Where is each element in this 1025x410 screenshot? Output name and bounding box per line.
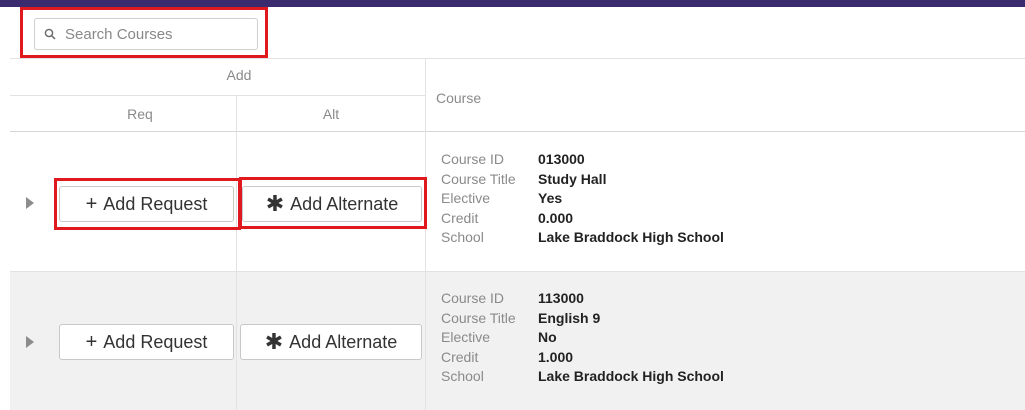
add-course-column-divider <box>425 58 426 410</box>
course-title-label: Course Title <box>441 309 516 326</box>
search-icon <box>44 28 56 40</box>
credit-value: 1.000 <box>538 348 574 365</box>
expand-triangle-icon[interactable] <box>26 336 34 348</box>
add-group-header: Add <box>226 67 252 83</box>
course-details: Course ID 113000 Course Title English 9 El… <box>441 289 724 387</box>
school-value: Lake Braddock High School <box>538 229 724 245</box>
course-title-value: English 9 <box>538 309 601 326</box>
req-column-header: Req <box>127 106 153 122</box>
add-request-button[interactable]: + Add Request <box>59 324 234 360</box>
course-id-label: Course ID <box>441 151 505 167</box>
add-alternate-button[interactable]: ✱ Add Alternate <box>240 324 422 360</box>
course-id-value: 113000 <box>538 290 584 306</box>
course-title-value: Study Hall <box>538 170 607 187</box>
elective-value: Yes <box>538 190 563 206</box>
add-alternate-label: Add Alternate <box>290 193 399 214</box>
asterisk-icon: ✱ <box>264 329 284 354</box>
add-request-label: Add Request <box>103 331 208 352</box>
school-label: School <box>441 229 484 245</box>
asterisk-icon: ✱ <box>265 191 285 216</box>
req-alt-column-divider <box>236 96 237 410</box>
plus-icon: + <box>85 331 98 353</box>
alt-column-header: Alt <box>322 106 340 122</box>
course-id-label: Course ID <box>441 290 505 306</box>
add-group-divider <box>10 95 426 96</box>
course-details: Course ID 013000 Course Title Study Hall E… <box>441 150 724 248</box>
search-highlight <box>20 7 268 58</box>
elective-label: Elective <box>441 329 491 345</box>
search-input[interactable] <box>65 21 250 47</box>
header-bottom-border <box>10 131 1025 132</box>
top-bar <box>0 0 1025 7</box>
table-top-border <box>10 58 1025 59</box>
search-box[interactable] <box>34 18 258 50</box>
credit-label: Credit <box>441 348 479 365</box>
add-request-button[interactable]: + Add Request <box>59 186 234 222</box>
add-request-label: Add Request <box>103 193 208 214</box>
school-value: Lake Braddock High School <box>538 368 724 384</box>
elective-label: Elective <box>441 190 491 206</box>
elective-value: No <box>538 329 557 345</box>
course-column-header: Course <box>436 90 482 106</box>
credit-value: 0.000 <box>538 209 574 226</box>
add-alternate-button[interactable]: ✱ Add Alternate <box>242 186 422 222</box>
row-divider <box>10 271 1025 272</box>
course-id-value: 013000 <box>538 151 585 167</box>
credit-label: Credit <box>441 209 479 226</box>
add-alternate-label: Add Alternate <box>289 331 398 352</box>
school-label: School <box>441 368 484 384</box>
plus-icon: + <box>85 193 98 215</box>
course-title-label: Course Title <box>441 170 516 187</box>
expand-triangle-icon[interactable] <box>26 197 34 209</box>
